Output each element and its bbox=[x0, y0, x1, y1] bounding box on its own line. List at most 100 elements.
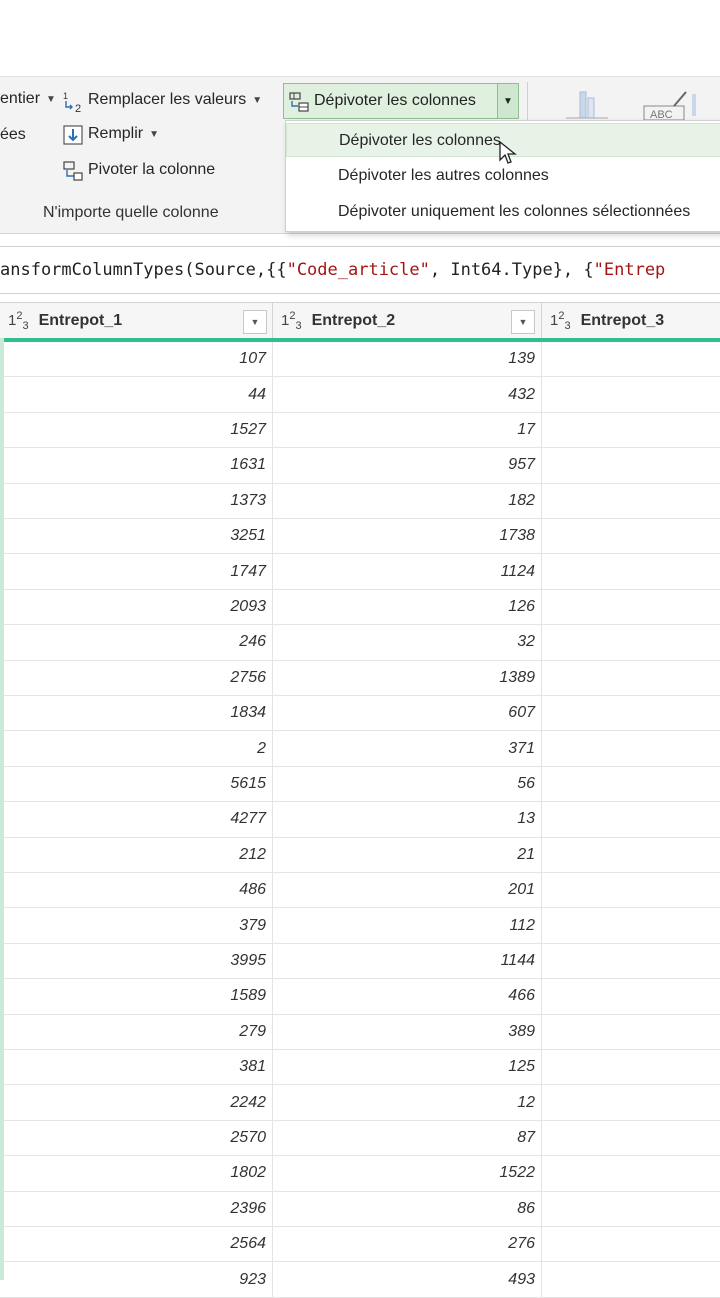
unpivot-split-button[interactable]: Dépivoter les colonnes ▼ bbox=[283, 83, 519, 119]
table-cell[interactable]: 17 bbox=[273, 412, 542, 448]
table-cell[interactable]: 246 bbox=[0, 625, 273, 660]
integer-type-icon[interactable]: 123 bbox=[550, 310, 571, 332]
fill-button[interactable]: Remplir ▼ bbox=[62, 124, 159, 145]
table-cell[interactable]: 607 bbox=[273, 696, 542, 731]
integer-type-icon[interactable]: 123 bbox=[8, 310, 29, 332]
table-cell[interactable]: 2756 bbox=[0, 660, 273, 695]
table-cell[interactable]: 276 bbox=[273, 1227, 542, 1262]
table-cell[interactable] bbox=[542, 1121, 720, 1155]
table-cell[interactable] bbox=[542, 1227, 720, 1261]
table-row[interactable]: 2396 86 bbox=[0, 1191, 720, 1227]
integer-type-icon[interactable]: 123 bbox=[281, 310, 302, 332]
table-row[interactable]: 44 432 bbox=[0, 377, 720, 413]
table-cell[interactable]: 1389 bbox=[273, 660, 542, 695]
table-cell[interactable] bbox=[542, 1050, 720, 1084]
table-cell[interactable]: 12 bbox=[273, 1085, 542, 1120]
table-cell[interactable]: 2 bbox=[0, 731, 273, 766]
table-row[interactable]: 2 371 bbox=[0, 731, 720, 767]
filter-dropdown-icon[interactable]: ▼ bbox=[511, 310, 535, 334]
table-row[interactable]: 212 21 bbox=[0, 837, 720, 873]
table-cell[interactable]: 379 bbox=[0, 908, 273, 943]
table-row[interactable]: 2093 126 bbox=[0, 589, 720, 626]
table-row[interactable]: 2570 87 bbox=[0, 1120, 720, 1157]
table-cell[interactable] bbox=[542, 342, 720, 376]
table-row[interactable]: 923 493 bbox=[0, 1262, 720, 1298]
table-cell[interactable] bbox=[542, 731, 720, 765]
unpivot-dropdown-toggle[interactable]: ▼ bbox=[497, 84, 518, 118]
table-cell[interactable] bbox=[542, 1156, 720, 1190]
table-cell[interactable]: 3251 bbox=[0, 519, 273, 554]
table-cell[interactable] bbox=[542, 484, 720, 518]
table-cell[interactable]: 87 bbox=[273, 1120, 542, 1156]
table-cell[interactable]: 1527 bbox=[0, 412, 273, 448]
table-cell[interactable]: 107 bbox=[0, 342, 273, 377]
table-cell[interactable]: 32 bbox=[273, 625, 542, 660]
unpivot-button[interactable]: Dépivoter les colonnes bbox=[284, 84, 497, 118]
table-cell[interactable] bbox=[542, 1085, 720, 1119]
table-cell[interactable] bbox=[542, 625, 720, 659]
table-cell[interactable]: 381 bbox=[0, 1050, 273, 1085]
table-cell[interactable]: 1834 bbox=[0, 696, 273, 731]
table-cell[interactable]: 1522 bbox=[273, 1156, 542, 1191]
replace-values-button[interactable]: 1 2 Remplacer les valeurs ▼ bbox=[62, 90, 262, 115]
table-cell[interactable]: 5615 bbox=[0, 766, 273, 802]
table-cell[interactable] bbox=[542, 554, 720, 588]
table-cell[interactable]: 2093 bbox=[0, 589, 273, 625]
table-cell[interactable]: 1747 bbox=[0, 554, 273, 589]
table-cell[interactable]: 212 bbox=[0, 837, 273, 872]
table-cell[interactable]: 126 bbox=[273, 589, 542, 625]
column-header-entrepot-2[interactable]: 123 Entrepot_2 ▼ bbox=[273, 303, 542, 339]
table-cell[interactable]: 1631 bbox=[0, 448, 273, 483]
table-cell[interactable] bbox=[542, 944, 720, 978]
formula-bar[interactable]: ansformColumnTypes(Source,{{"Code_articl… bbox=[0, 246, 720, 294]
table-cell[interactable]: 139 bbox=[273, 342, 542, 377]
table-row[interactable]: 1589 466 bbox=[0, 979, 720, 1015]
table-row[interactable]: 1747 1124 bbox=[0, 554, 720, 590]
table-cell[interactable]: 1738 bbox=[273, 519, 542, 554]
table-row[interactable]: 3995 1144 bbox=[0, 943, 720, 980]
table-cell[interactable] bbox=[542, 377, 720, 411]
table-cell[interactable]: 2570 bbox=[0, 1120, 273, 1156]
table-cell[interactable]: 432 bbox=[273, 377, 542, 412]
table-cell[interactable]: 1373 bbox=[0, 483, 273, 518]
table-cell[interactable]: 1124 bbox=[273, 554, 542, 589]
table-cell[interactable] bbox=[542, 767, 720, 801]
table-cell[interactable] bbox=[542, 802, 720, 836]
table-cell[interactable] bbox=[542, 661, 720, 695]
table-row[interactable]: 107 139 bbox=[0, 342, 720, 378]
table-cell[interactable]: 2564 bbox=[0, 1227, 273, 1262]
table-row[interactable]: 379 112 bbox=[0, 908, 720, 944]
table-row[interactable]: 1631 957 bbox=[0, 448, 720, 484]
table-cell[interactable]: 86 bbox=[273, 1191, 542, 1226]
table-row[interactable]: 3251 1738 bbox=[0, 519, 720, 555]
column-header-entrepot-1[interactable]: 123 Entrepot_1 ▼ bbox=[0, 303, 273, 339]
filter-dropdown-icon[interactable]: ▼ bbox=[243, 310, 267, 334]
table-cell[interactable]: 56 bbox=[273, 766, 542, 802]
table-cell[interactable] bbox=[542, 873, 720, 907]
table-row[interactable]: 1527 17 bbox=[0, 412, 720, 449]
table-cell[interactable]: 486 bbox=[0, 873, 273, 908]
table-cell[interactable] bbox=[542, 590, 720, 624]
table-row[interactable]: 4277 13 bbox=[0, 802, 720, 838]
table-row[interactable]: 279 389 bbox=[0, 1014, 720, 1050]
table-cell[interactable]: 201 bbox=[273, 873, 542, 908]
table-cell[interactable]: 389 bbox=[273, 1014, 542, 1049]
table-cell[interactable]: 957 bbox=[273, 448, 542, 483]
table-cell[interactable]: 182 bbox=[273, 483, 542, 518]
table-cell[interactable] bbox=[542, 1015, 720, 1049]
table-row[interactable]: 5615 56 bbox=[0, 766, 720, 803]
table-row[interactable]: 381 125 bbox=[0, 1050, 720, 1086]
table-cell[interactable] bbox=[542, 1192, 720, 1226]
table-row[interactable]: 2242 12 bbox=[0, 1085, 720, 1121]
table-cell[interactable]: 1802 bbox=[0, 1156, 273, 1191]
table-cell[interactable] bbox=[542, 448, 720, 482]
table-cell[interactable]: 2242 bbox=[0, 1085, 273, 1120]
table-cell[interactable] bbox=[542, 908, 720, 942]
table-row[interactable]: 486 201 bbox=[0, 873, 720, 909]
table-cell[interactable]: 125 bbox=[273, 1050, 542, 1085]
table-cell[interactable] bbox=[542, 979, 720, 1013]
table-cell[interactable]: 44 bbox=[0, 377, 273, 412]
table-cell[interactable]: 2396 bbox=[0, 1191, 273, 1226]
column-header-entrepot-3[interactable]: 123 Entrepot_3 bbox=[542, 303, 720, 339]
table-row[interactable]: 2756 1389 bbox=[0, 660, 720, 696]
